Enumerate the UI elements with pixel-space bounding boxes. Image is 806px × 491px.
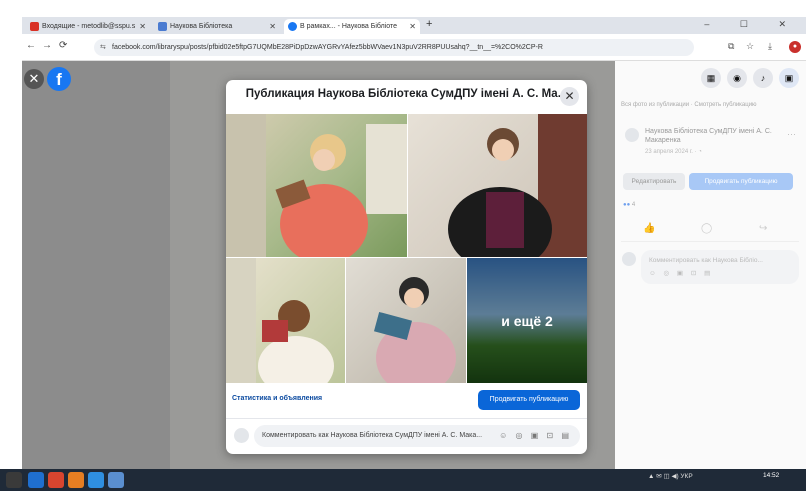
- photo-2-illustration: [448, 114, 587, 257]
- tab-label: Наукова Бібліотека: [170, 23, 233, 30]
- side-comment-input[interactable]: Комментировать как Наукова Бібліо... ☺ ◎…: [641, 250, 799, 284]
- url-text: facebook.com/libraryspu/posts/pfbid02e5f…: [112, 44, 543, 51]
- forward-button[interactable]: →: [42, 40, 52, 51]
- divider: [621, 241, 799, 242]
- browser-tab-strip: Входящие - metodlib@sspu.s ✕ Наукова Біб…: [22, 17, 806, 34]
- cast-icon[interactable]: ⧉: [728, 41, 734, 52]
- taskbar-app-icon[interactable]: [28, 472, 44, 488]
- promote-post-button[interactable]: Продвигать публикацию: [478, 390, 580, 410]
- reactions-icon: ●●: [623, 202, 631, 208]
- photo-1-illustration: [226, 114, 407, 257]
- post-photo-3[interactable]: [226, 258, 345, 383]
- system-tray[interactable]: ▲ ✉ ◫ ◀) УКР: [648, 472, 693, 480]
- post-photo-1[interactable]: [226, 114, 407, 257]
- post-side-panel: ▦ ◉ ♪ ▣ Вся фото из публикации · Смотрет…: [615, 61, 806, 469]
- windows-taskbar: ▲ ✉ ◫ ◀) УКР 14:52: [0, 469, 806, 491]
- more-options-icon[interactable]: ···: [787, 129, 796, 139]
- comment-tools-icons[interactable]: ☺ ◎ ▣ ⊡ ▤: [499, 425, 572, 447]
- commenter-avatar: [622, 252, 636, 266]
- post-photo-4[interactable]: [346, 258, 466, 383]
- edit-post-button[interactable]: Редактировать: [623, 173, 685, 190]
- commenter-avatar: [234, 428, 249, 443]
- gmail-icon: [30, 22, 39, 31]
- tab-close-icon[interactable]: ✕: [269, 19, 276, 34]
- extension-icon[interactable]: ●: [789, 41, 801, 53]
- post-author[interactable]: Наукова Бібліотека СумДПУ імені А. С. Ма…: [645, 127, 775, 145]
- post-photo-2[interactable]: [408, 114, 587, 257]
- reaction-count-value: 4: [631, 202, 636, 208]
- tab-facebook-post[interactable]: В рамках... - Наукова Бібліоте ✕: [284, 19, 420, 34]
- new-tab-button[interactable]: +: [426, 18, 432, 30]
- taskbar-clock[interactable]: 14:52: [763, 472, 779, 480]
- facebook-logo[interactable]: f: [47, 67, 71, 91]
- statistics-ads-link[interactable]: Статистика и объявления: [232, 395, 322, 402]
- tab-library[interactable]: Наукова Бібліотека ✕: [154, 19, 280, 34]
- messenger-icon[interactable]: ◉: [727, 68, 747, 88]
- start-menu-icon[interactable]: [6, 472, 22, 488]
- comment-placeholder: Комментировать как Наукова Бібліотека Су…: [262, 432, 483, 439]
- photo-viewer-backdrop: [22, 61, 170, 469]
- like-icon[interactable]: 👍: [643, 223, 655, 234]
- taskbar-chrome-icon[interactable]: [48, 472, 64, 488]
- site-settings-icon[interactable]: ⇆: [100, 39, 106, 56]
- facebook-tab-icon: [288, 22, 297, 31]
- promote-post-button-side[interactable]: Продвигать публикацию: [689, 173, 793, 190]
- author-avatar[interactable]: [625, 128, 639, 142]
- divider: [226, 418, 587, 419]
- reaction-count[interactable]: ●● 4: [623, 202, 635, 208]
- tab-label: Входящие - metodlib@sspu.s: [42, 23, 136, 30]
- dialog-close-button[interactable]: ✕: [560, 87, 579, 106]
- comment-icon[interactable]: ◯: [701, 223, 712, 234]
- post-dialog: Публикация Наукова Бібліотека СумДПУ іме…: [226, 80, 587, 454]
- tab-gmail[interactable]: Входящие - metodlib@sspu.s ✕: [26, 19, 150, 34]
- tab-label: В рамках... - Наукова Бібліоте: [300, 23, 398, 30]
- share-icon[interactable]: ↪: [759, 223, 767, 234]
- photo-4-illustration: [373, 277, 456, 383]
- side-comment-placeholder: Комментировать как Наукова Бібліо...: [649, 257, 763, 264]
- comment-input[interactable]: Комментировать как Наукова Бібліотека Су…: [254, 425, 580, 447]
- post-date[interactable]: 23 апреля 2024 г. · ◔: [645, 149, 702, 155]
- menu-grid-icon[interactable]: ▦: [701, 68, 721, 88]
- taskbar-app-icon[interactable]: [88, 472, 104, 488]
- notifications-bell-icon[interactable]: ♪: [753, 68, 773, 88]
- photo-3-illustration: [226, 258, 334, 383]
- post-photo-5[interactable]: и ещё 2: [467, 258, 587, 383]
- dialog-title: Публикация Наукова Бібліотека СумДПУ іме…: [245, 88, 568, 100]
- back-button[interactable]: ←: [26, 40, 36, 51]
- screenshot-frame: Входящие - metodlib@sspu.s ✕ Наукова Біб…: [0, 0, 806, 491]
- reload-button[interactable]: ⟳: [59, 40, 67, 51]
- comment-tools-icons: ☺ ◎ ▣ ⊡ ▤: [649, 270, 714, 277]
- taskbar-firefox-icon[interactable]: [68, 472, 84, 488]
- tab-close-icon[interactable]: ✕: [409, 19, 416, 34]
- address-bar-row: ← → ⟳ ⇆ facebook.com/libraryspu/posts/pf…: [22, 34, 806, 61]
- more-photos-overlay[interactable]: и ещё 2: [467, 258, 587, 383]
- post-links[interactable]: Вся фото из публикации · Смотреть публик…: [621, 102, 757, 108]
- close-viewer-button[interactable]: ✕: [24, 69, 44, 89]
- taskbar-app-icon[interactable]: [108, 472, 124, 488]
- download-icon[interactable]: ⤓: [768, 41, 772, 52]
- url-field[interactable]: ⇆ facebook.com/libraryspu/posts/pfbid02e…: [94, 39, 694, 56]
- window-controls[interactable]: – ☐ ✕: [704, 19, 800, 30]
- bookmark-star-icon[interactable]: ☆: [746, 41, 754, 52]
- profile-avatar[interactable]: ▣: [779, 68, 799, 88]
- library-site-icon: [158, 22, 167, 31]
- tab-close-icon[interactable]: ✕: [139, 19, 146, 34]
